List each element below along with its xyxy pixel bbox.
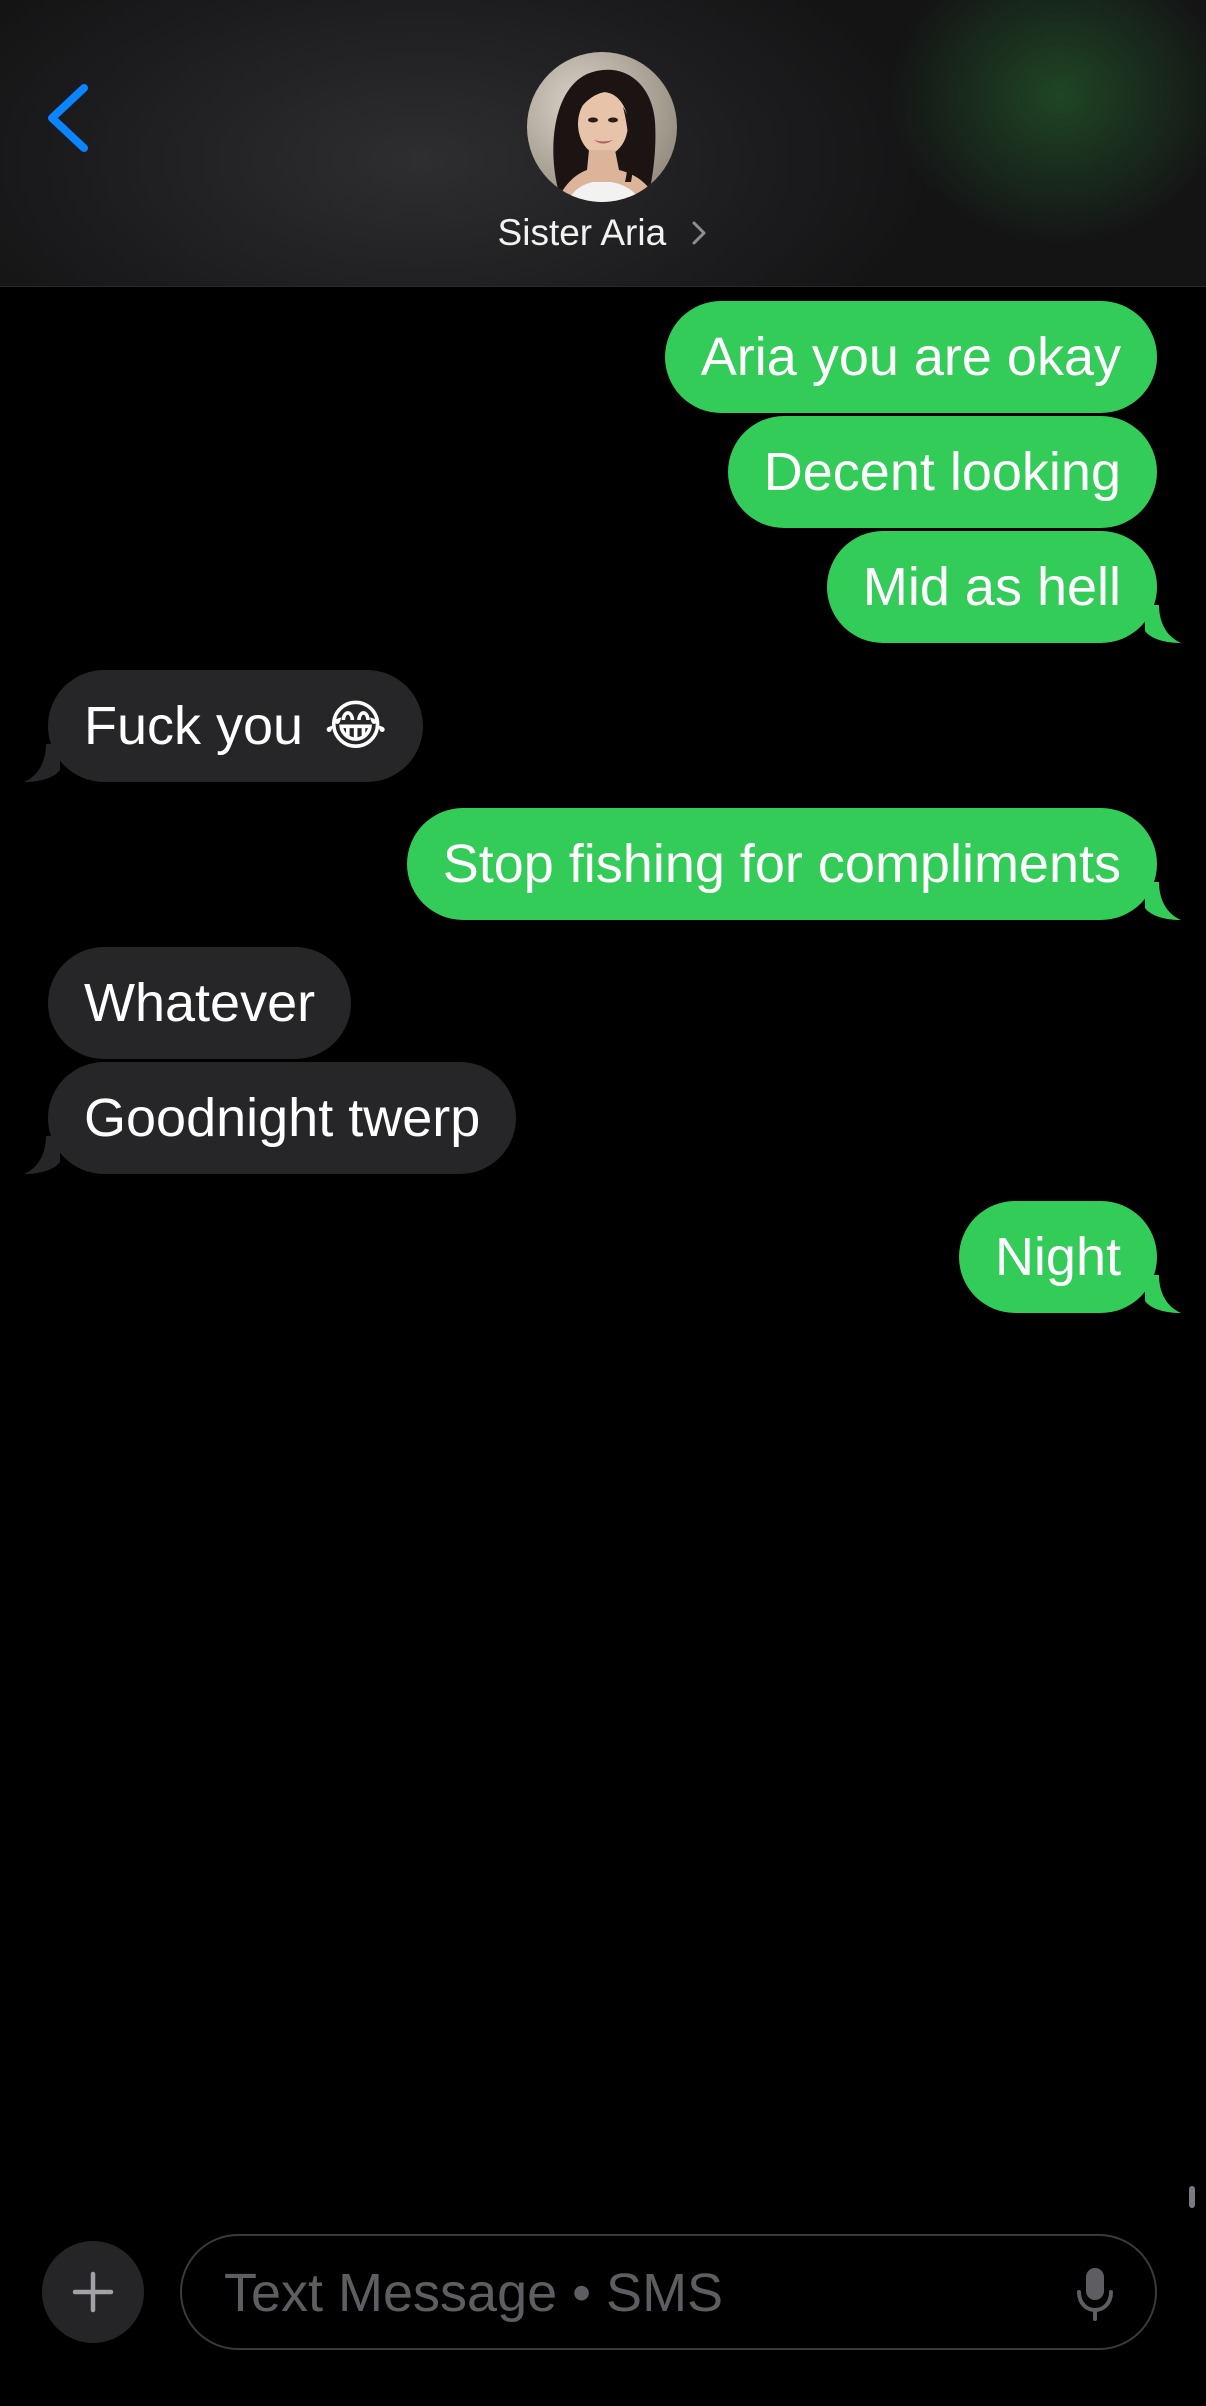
message-text: Mid as hell [862,557,1121,617]
bubble-tail [1145,882,1181,920]
plus-icon [72,2271,114,2313]
message-bubble-sent[interactable]: Mid as hell [826,531,1181,643]
message-text: Decent looking [763,442,1121,502]
message-bubble-sent[interactable]: Aria you are okay [664,301,1157,413]
bubble-tail [24,744,60,782]
message-bubble-received[interactable]: Goodnight twerp [24,1062,517,1174]
dictation-button[interactable] [1075,2266,1115,2322]
chevron-left-icon [48,84,88,152]
message-text: Aria you are okay [700,327,1121,387]
message-input[interactable] [222,2236,1046,2350]
contact-name-button[interactable]: Sister Aria [0,210,1206,254]
laughing-emoji-icon: 😂 [324,694,388,757]
bubble-tail [24,1136,60,1174]
scroll-indicator[interactable] [1189,2186,1195,2208]
message-text: Night [994,1227,1121,1287]
message-text: Goodnight twerp [84,1088,481,1148]
message-text: Whatever [84,973,316,1033]
message-bubble-sent[interactable]: Night [958,1201,1181,1313]
message-text: Fuck you [84,696,304,756]
avatar[interactable] [527,52,677,202]
message-text: Stop fishing for compliments [442,834,1121,894]
contact-name: Sister Aria [497,212,667,254]
message-bubble-received[interactable]: Whatever [48,947,352,1059]
message-input-container[interactable] [180,2234,1157,2350]
chevron-right-icon [692,221,706,245]
microphone-icon [1077,2268,1113,2321]
back-button[interactable] [40,80,100,156]
add-attachment-button[interactable] [42,2241,144,2343]
message-bubble-sent[interactable]: Decent looking [727,416,1157,528]
conversation-header: Sister Aria [0,0,1206,287]
contact-photo [527,52,677,202]
bubble-tail [1145,1275,1181,1313]
bubble-tail [1145,605,1181,643]
message-bubble-received[interactable]: Fuck you 😂 [24,670,424,782]
message-bubble-sent[interactable]: Stop fishing for compliments [406,808,1181,920]
